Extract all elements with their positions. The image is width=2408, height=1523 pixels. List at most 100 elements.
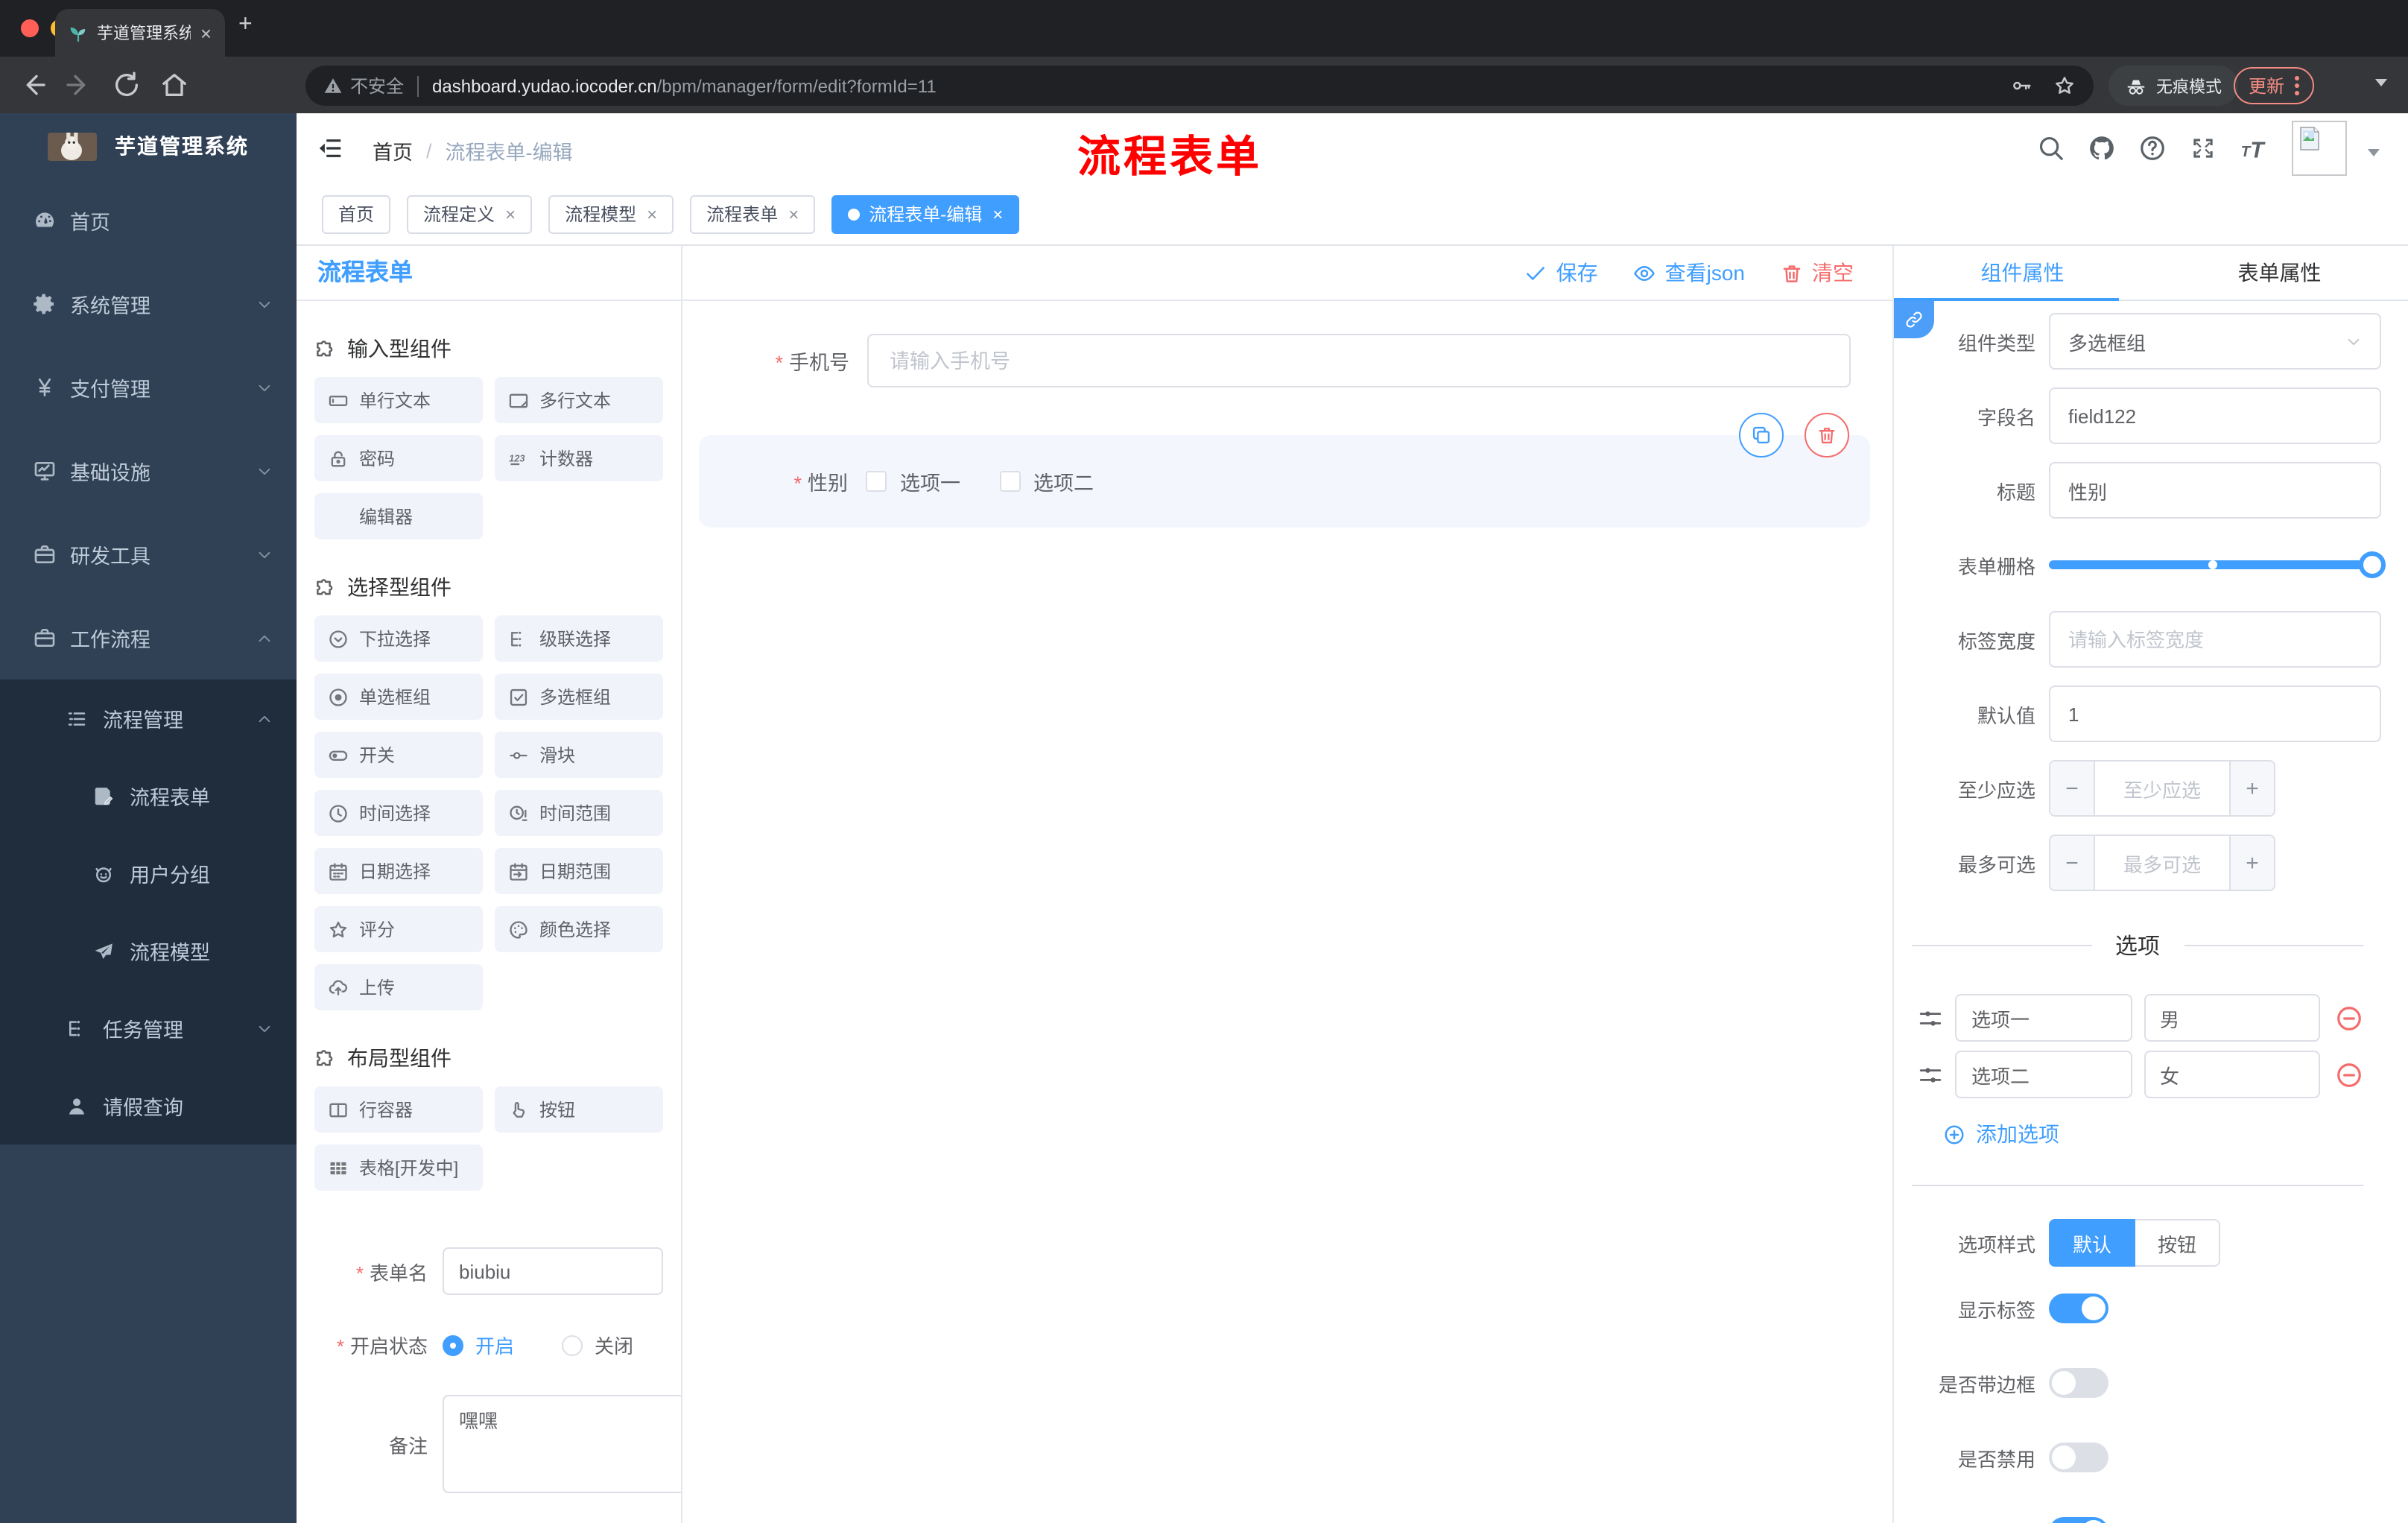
default-value-input[interactable] xyxy=(2049,685,2381,742)
component-single-line-text[interactable]: 单行文本 xyxy=(314,377,483,423)
component-password[interactable]: 密码 xyxy=(314,435,483,481)
option-value-input[interactable] xyxy=(2144,994,2320,1042)
stepper-placeholder[interactable]: 至少应选 xyxy=(2095,762,2229,815)
tab-component-props[interactable]: 组件属性 xyxy=(1894,246,2151,300)
form-grid-slider[interactable] xyxy=(2049,536,2386,593)
canvas-field-phone[interactable]: 手机号 xyxy=(718,334,1851,387)
home-icon[interactable] xyxy=(159,70,189,100)
delete-field-button[interactable] xyxy=(1805,413,1849,457)
back-icon[interactable] xyxy=(18,70,48,100)
tag-process-model[interactable]: 流程模型 × xyxy=(548,194,674,233)
address-bar[interactable]: 不安全 dashboard.yudao.iocoder.cn/bpm/manag… xyxy=(305,66,2094,106)
tag-process-form-edit[interactable]: 流程表单-编辑 × xyxy=(831,194,1020,233)
component-multi-line-text[interactable]: 多行文本 xyxy=(495,377,663,423)
bookmark-star-icon[interactable] xyxy=(2053,75,2076,97)
tag-home[interactable]: 首页 xyxy=(322,194,391,233)
sidebar-item-home[interactable]: 首页 xyxy=(0,179,297,262)
plus-button[interactable]: + xyxy=(2229,836,2274,890)
minus-button[interactable]: − xyxy=(2050,836,2095,890)
gender-option-1[interactable]: 选项一 xyxy=(866,466,960,496)
tag-process-form[interactable]: 流程表单 × xyxy=(690,194,816,233)
remove-option-icon[interactable] xyxy=(2335,1060,2363,1089)
clear-button[interactable]: 清空 xyxy=(1781,258,1854,288)
reload-icon[interactable] xyxy=(112,70,142,100)
canvas-field-gender-selected[interactable]: 性别 选项一 选项二 xyxy=(699,413,1870,528)
sidebar-item-workflow[interactable]: 工作流程 xyxy=(0,596,297,680)
sidebar-item-infrastructure[interactable]: 基础设施 xyxy=(0,429,297,513)
max-select-stepper[interactable]: − 最多可选 + xyxy=(2049,835,2275,891)
component-upload[interactable]: 上传 xyxy=(314,964,483,1010)
password-key-icon[interactable] xyxy=(2010,75,2032,97)
tag-close-icon[interactable]: × xyxy=(647,203,657,224)
browser-tab[interactable]: 芋道管理系统 × xyxy=(55,9,225,57)
breadcrumb-home[interactable]: 首页 xyxy=(373,136,413,165)
tag-close-icon[interactable]: × xyxy=(992,203,1003,224)
checkbox[interactable] xyxy=(999,471,1020,492)
browser-update-button[interactable]: 更新 xyxy=(2234,67,2315,104)
help-icon[interactable] xyxy=(2138,134,2167,162)
stepper-placeholder[interactable]: 最多可选 xyxy=(2095,836,2229,890)
tag-process-definition[interactable]: 流程定义 × xyxy=(407,194,533,233)
tab-close-icon[interactable]: × xyxy=(200,22,212,44)
remove-option-icon[interactable] xyxy=(2335,1004,2363,1032)
component-editor[interactable]: 编辑器 xyxy=(314,493,483,539)
tag-close-icon[interactable]: × xyxy=(505,203,516,224)
sidebar-item-process-model[interactable]: 流程模型 xyxy=(0,912,297,990)
component-time-picker[interactable]: 时间选择 xyxy=(314,790,483,836)
option-label-input[interactable] xyxy=(1955,994,2132,1042)
new-tab-button[interactable]: + xyxy=(238,12,253,39)
component-radio-group[interactable]: 单选框组 xyxy=(314,674,483,720)
search-icon[interactable] xyxy=(2037,134,2065,162)
component-checkbox-group[interactable]: 多选框组 xyxy=(495,674,663,720)
sidebar-item-task-management[interactable]: 任务管理 xyxy=(0,990,297,1067)
component-rate[interactable]: 评分 xyxy=(314,906,483,952)
sidebar-item-process-form[interactable]: 流程表单 xyxy=(0,757,297,835)
component-cascader[interactable]: 级联选择 xyxy=(495,615,663,662)
status-off-radio[interactable]: 关闭 xyxy=(562,1331,633,1359)
sidebar-collapse-icon[interactable] xyxy=(316,134,344,162)
view-json-button[interactable]: 查看json xyxy=(1634,258,1745,288)
option-value-input[interactable] xyxy=(2144,1051,2320,1098)
tag-close-icon[interactable]: × xyxy=(788,203,799,224)
sidebar-item-system[interactable]: 系统管理 xyxy=(0,262,297,346)
style-button-button[interactable]: 按钮 xyxy=(2135,1219,2221,1267)
duplicate-field-button[interactable] xyxy=(1739,413,1784,457)
label-width-input[interactable] xyxy=(2049,611,2381,668)
not-secure-icon[interactable] xyxy=(323,76,343,95)
component-button[interactable]: 按钮 xyxy=(495,1086,663,1133)
field-name-input[interactable] xyxy=(2049,387,2381,444)
slider-handle[interactable] xyxy=(2359,551,2386,578)
forward-icon[interactable] xyxy=(64,70,94,100)
avatar[interactable] xyxy=(2292,121,2347,176)
min-select-stepper[interactable]: − 至少应选 + xyxy=(2049,760,2275,817)
sidebar-item-user-group[interactable]: 用户分组 xyxy=(0,835,297,912)
browser-menu-icon[interactable] xyxy=(2295,76,2300,95)
fullscreen-icon[interactable] xyxy=(2189,134,2217,162)
disabled-toggle[interactable] xyxy=(2049,1443,2108,1472)
github-icon[interactable] xyxy=(2088,134,2116,162)
checkbox[interactable] xyxy=(866,471,887,492)
chevron-down-icon[interactable] xyxy=(2375,79,2387,86)
component-table[interactable]: 表格[开发中] xyxy=(314,1144,483,1191)
component-counter[interactable]: 123 计数器 xyxy=(495,435,663,481)
sidebar-item-leave-query[interactable]: 请假查询 xyxy=(0,1067,297,1144)
sidebar-logo[interactable]: 芋道管理系统 xyxy=(0,113,297,179)
component-dropdown[interactable]: 下拉选择 xyxy=(314,615,483,662)
gender-option-2[interactable]: 选项二 xyxy=(999,466,1094,496)
title-input[interactable] xyxy=(2049,462,2381,519)
save-button[interactable]: 保存 xyxy=(1525,258,1598,288)
avatar-caret-icon[interactable] xyxy=(2368,149,2380,156)
form-name-input[interactable] xyxy=(443,1247,663,1295)
component-date-range[interactable]: 日期范围 xyxy=(495,848,663,894)
tab-form-props[interactable]: 表单属性 xyxy=(2151,246,2408,300)
drag-handle-icon[interactable] xyxy=(1918,1005,1943,1030)
sidebar-item-process-management[interactable]: 流程管理 xyxy=(0,680,297,757)
plus-button[interactable]: + xyxy=(2229,762,2274,815)
not-secure-label[interactable]: 不安全 xyxy=(350,73,404,98)
required-toggle[interactable] xyxy=(2049,1517,2108,1523)
component-slider[interactable]: 滑块 xyxy=(495,732,663,778)
border-toggle[interactable] xyxy=(2049,1368,2108,1398)
component-date-picker[interactable]: 日期选择 xyxy=(314,848,483,894)
remark-textarea[interactable]: 嘿嘿 xyxy=(443,1395,681,1493)
font-size-icon[interactable]: TT xyxy=(2240,134,2268,162)
